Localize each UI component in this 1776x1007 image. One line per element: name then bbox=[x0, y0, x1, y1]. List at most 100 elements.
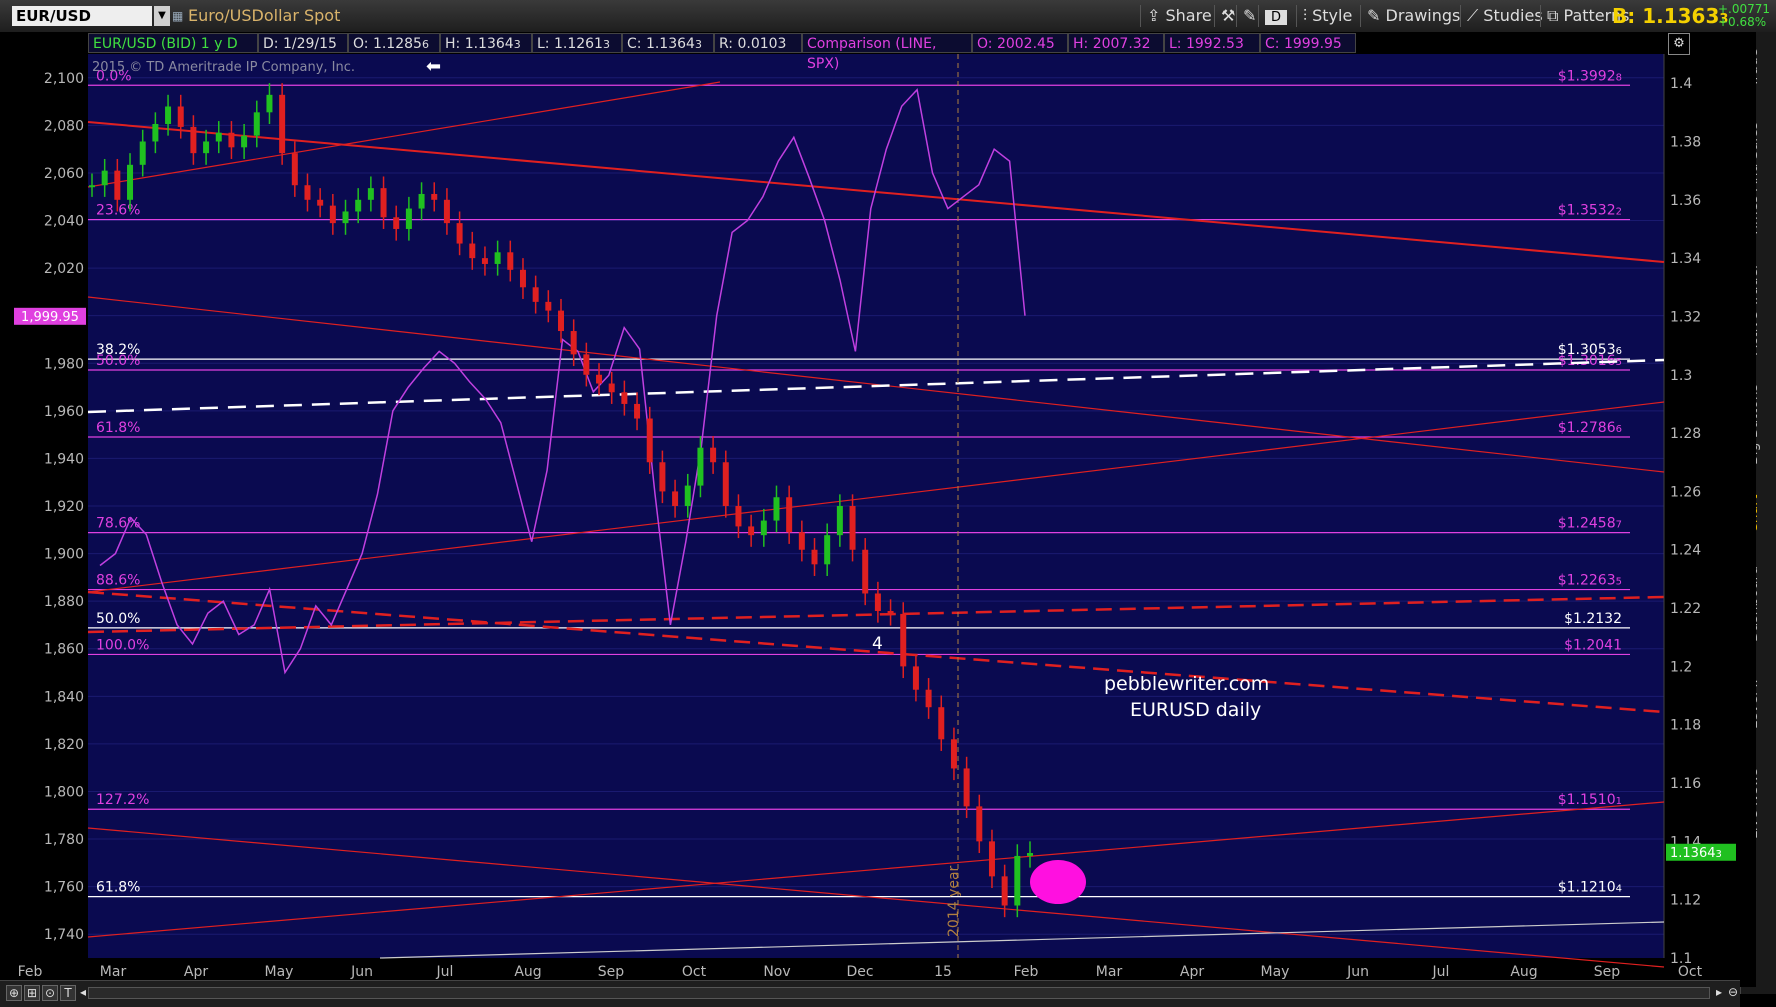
price-candle bbox=[570, 331, 577, 355]
fib-left-label: 23.6% bbox=[96, 203, 140, 219]
price-candle bbox=[722, 462, 729, 506]
price-candle bbox=[494, 252, 501, 264]
pan-icon[interactable]: ⊞ bbox=[24, 985, 40, 1001]
left-tick-label: 2,100 bbox=[44, 71, 84, 87]
price-candle bbox=[621, 392, 628, 404]
price-candle bbox=[938, 707, 945, 740]
price-candle bbox=[431, 193, 438, 200]
price-candle bbox=[89, 185, 95, 188]
symbol-input[interactable]: EUR/USD bbox=[12, 6, 152, 26]
left-tick-label: 1,860 bbox=[44, 642, 84, 658]
aggregation-button[interactable]: D bbox=[1258, 5, 1293, 27]
price-candle bbox=[1014, 855, 1021, 906]
price-candle bbox=[291, 153, 298, 186]
right-tick-label: 1.4 bbox=[1670, 76, 1692, 92]
price-candle bbox=[190, 126, 197, 154]
price-candle bbox=[139, 141, 146, 165]
chart-area[interactable]: Feb Mar Apr May Jun Jul Aug Sep Oct Nov Dec 15 Feb Ma… bbox=[0, 32, 1756, 987]
fib-right-label: $1.27866 bbox=[1558, 420, 1622, 436]
left-tick-label: 1,740 bbox=[44, 927, 84, 943]
price-candle bbox=[798, 532, 805, 550]
right-tick-label: 1.22 bbox=[1670, 601, 1701, 617]
x-tick-label: Sep bbox=[598, 964, 625, 980]
fib-left-label: 100.0% bbox=[96, 637, 149, 653]
price-candle bbox=[836, 506, 843, 536]
fib-right-label: $1.2132 bbox=[1564, 611, 1622, 627]
price-candle bbox=[963, 768, 970, 807]
price-candle bbox=[583, 354, 590, 375]
price-candle bbox=[659, 462, 666, 492]
x-tick-label: Jul bbox=[1432, 964, 1450, 980]
price-candle bbox=[481, 258, 488, 264]
symbol-settings-icon[interactable]: ▦ bbox=[172, 6, 186, 26]
price-candle bbox=[393, 217, 400, 229]
right-tick-label: 1.12 bbox=[1670, 893, 1701, 909]
chart-settings-icon[interactable]: ⚙ bbox=[1668, 33, 1690, 55]
price-candle bbox=[228, 132, 235, 148]
price-candle bbox=[950, 739, 957, 769]
studies-button[interactable]: ⟋ Studies bbox=[1460, 5, 1549, 27]
price-candle bbox=[532, 287, 539, 302]
price-candle bbox=[811, 549, 818, 565]
arrow-left-icon: ⬅ bbox=[426, 56, 442, 77]
x-tick-label: Jun bbox=[1346, 964, 1369, 980]
right-tick-label: 1.26 bbox=[1670, 484, 1701, 500]
watermark-line2: EURUSD daily bbox=[1130, 699, 1261, 721]
text-tool-icon[interactable]: T bbox=[60, 985, 76, 1001]
left-tick-label: 1,900 bbox=[44, 547, 84, 563]
right-price-tag: 1.13643 bbox=[1670, 846, 1722, 861]
price-candle bbox=[672, 491, 679, 506]
x-tick-label: Oct bbox=[682, 964, 707, 980]
price-candle bbox=[773, 497, 780, 521]
left-tick-label: 1,760 bbox=[44, 880, 84, 896]
price-candle bbox=[367, 188, 374, 200]
price-candle bbox=[912, 666, 919, 690]
price-candle bbox=[710, 447, 717, 463]
price-candle bbox=[203, 141, 210, 154]
header-symbol: EUR/USD (BID) 1 y D bbox=[88, 33, 258, 53]
price-candle bbox=[646, 418, 653, 463]
x-tick-label: May bbox=[1261, 964, 1290, 980]
year-divider-label: 2014 year bbox=[946, 865, 962, 937]
price-candle bbox=[152, 123, 159, 142]
fib-right-label: $1.2041 bbox=[1564, 637, 1622, 653]
zoom-in-icon[interactable]: ⊕ bbox=[6, 985, 22, 1001]
header-range: R: 0.0103 bbox=[714, 33, 802, 53]
zoom-out-icon[interactable]: ⊖ bbox=[1726, 985, 1740, 999]
x-tick-label: Nov bbox=[763, 964, 790, 980]
price-candle bbox=[634, 403, 641, 419]
fib-left-label: 50.0% bbox=[96, 353, 140, 369]
header-cmp-open: O: 2002.45 bbox=[972, 33, 1068, 53]
watermark-line1: pebblewriter.com bbox=[1104, 673, 1269, 695]
change-absolute: +.00771 bbox=[1718, 2, 1771, 16]
price-candle bbox=[887, 610, 894, 614]
price-candle bbox=[165, 106, 172, 124]
crosshair-icon[interactable]: ⊙ bbox=[42, 985, 58, 1001]
style-button[interactable]: ⫶ Style bbox=[1296, 5, 1358, 27]
price-chart[interactable]: Feb Mar Apr May Jun Jul Aug Sep Oct Nov Dec 15 Feb Ma… bbox=[0, 32, 1740, 980]
fib-left-label: 78.6% bbox=[96, 516, 140, 532]
right-axis-labels: 1.4 1.38 1.36 1.34 1.32 1.3 1.28 1.26 1.24 1.22 1.… bbox=[1670, 76, 1701, 967]
share-button[interactable]: ⇪ Share bbox=[1140, 5, 1218, 27]
x-tick-label: Apr bbox=[1180, 964, 1204, 980]
left-tick-label: 1,960 bbox=[44, 404, 84, 420]
bottom-toolbar: ⊕ ⊞ ⊙ T ◂ ▸ ⊖ bbox=[0, 980, 1740, 1007]
highlight-ellipse bbox=[1030, 860, 1086, 904]
price-candle bbox=[786, 497, 793, 533]
chart-scrollbar[interactable] bbox=[88, 987, 1710, 999]
x-tick-label: Jun bbox=[350, 964, 373, 980]
symbol-dropdown-icon[interactable]: ▼ bbox=[154, 6, 170, 26]
price-candle bbox=[760, 520, 767, 536]
price-candle bbox=[304, 185, 311, 200]
left-tick-label: 1,840 bbox=[44, 689, 84, 705]
x-tick-label: 15 bbox=[934, 964, 952, 980]
top-toolbar: EUR/USD ▼ ▦ Euro/USDollar Spot ⇪ Share ⚒… bbox=[0, 0, 1776, 33]
drawings-button[interactable]: ✎ Drawings bbox=[1360, 5, 1466, 27]
left-tick-label: 1,940 bbox=[44, 451, 84, 467]
scroll-right-icon[interactable]: ▸ bbox=[1712, 985, 1726, 999]
header-comparison: Comparison (LINE, SPX) bbox=[802, 33, 972, 72]
header-cmp-close: C: 1999.95 bbox=[1260, 33, 1356, 53]
header-close: C: 1.13643 bbox=[622, 33, 714, 53]
price-candle bbox=[558, 310, 564, 332]
left-price-tag: 1,999.95 bbox=[21, 310, 79, 325]
